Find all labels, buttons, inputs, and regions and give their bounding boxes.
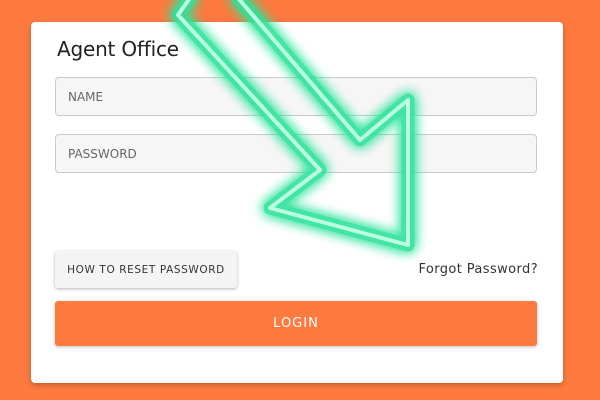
- login-button[interactable]: LOGIN: [55, 301, 537, 346]
- forgot-password-link[interactable]: Forgot Password?: [418, 262, 538, 277]
- name-field[interactable]: [55, 77, 537, 116]
- password-field[interactable]: [55, 134, 537, 173]
- page-title: Agent Office: [57, 37, 179, 61]
- login-card: Agent Office HOW TO RESET PASSWORD Forgo…: [31, 22, 563, 383]
- password-input[interactable]: [56, 135, 536, 172]
- name-input[interactable]: [56, 78, 536, 115]
- reset-password-button[interactable]: HOW TO RESET PASSWORD: [55, 251, 237, 288]
